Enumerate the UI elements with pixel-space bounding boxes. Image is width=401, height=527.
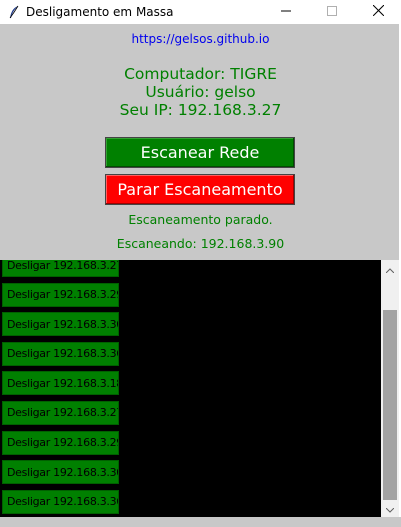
shutdown-device-button[interactable]: Desligar 192.168.3.27 — [2, 260, 119, 277]
shutdown-device-button[interactable]: Desligar 192.168.3.30 — [2, 312, 119, 337]
minimize-button[interactable] — [263, 0, 309, 24]
computer-name-label: Computador: TIGRE — [124, 65, 277, 83]
maximize-button[interactable] — [309, 0, 355, 24]
scanning-ip-label: Escaneando: 192.168.3.90 — [116, 236, 285, 251]
minimize-icon — [281, 3, 291, 21]
close-button[interactable] — [355, 0, 401, 24]
feather-icon — [6, 4, 22, 20]
chevron-down-icon — [385, 500, 395, 518]
scan-state-label: Escaneamento parado. — [128, 212, 273, 227]
shutdown-device-button[interactable]: Desligar 192.168.3.29 — [2, 430, 119, 455]
scroll-up-button[interactable] — [381, 260, 399, 277]
chevron-up-icon — [385, 260, 395, 278]
scroll-down-button[interactable] — [381, 500, 399, 517]
device-list: Desligar 192.168.3.27 Desligar 192.168.3.… — [0, 260, 381, 517]
window-bottom-edge — [0, 517, 401, 527]
shutdown-device-button[interactable]: Desligar 192.168.3.27 — [2, 400, 119, 425]
window-controls — [263, 0, 401, 24]
app-window: Desligamento em Massa https://gelsos.git… — [0, 0, 401, 527]
ip-address-label: Seu IP: 192.168.3.27 — [119, 101, 282, 119]
shutdown-device-button[interactable]: Desligar 192.168.3.30 — [2, 460, 119, 485]
stop-scan-button[interactable]: Parar Escaneamento — [105, 174, 295, 205]
user-name-label: Usuário: gelso — [145, 83, 256, 101]
shutdown-device-button[interactable]: Desligar 192.168.3.36 — [2, 489, 119, 514]
github-link[interactable]: https://gelsos.github.io — [0, 32, 401, 46]
shutdown-device-button[interactable]: Desligar 192.168.3.29 — [2, 282, 119, 307]
scan-network-button[interactable]: Escanear Rede — [105, 137, 295, 168]
scroll-thumb[interactable] — [383, 310, 397, 500]
device-list-items: Desligar 192.168.3.27 Desligar 192.168.3.… — [2, 260, 119, 517]
shutdown-device-button[interactable]: Desligar 192.168.3.36 — [2, 341, 119, 366]
title-bar[interactable]: Desligamento em Massa — [0, 0, 401, 24]
shutdown-device-button[interactable]: Desligar 192.168.3.18 — [2, 371, 119, 396]
device-list-scrollbar[interactable] — [381, 260, 399, 517]
window-title: Desligamento em Massa — [26, 5, 174, 19]
close-icon — [372, 3, 384, 21]
maximize-icon — [327, 3, 337, 21]
